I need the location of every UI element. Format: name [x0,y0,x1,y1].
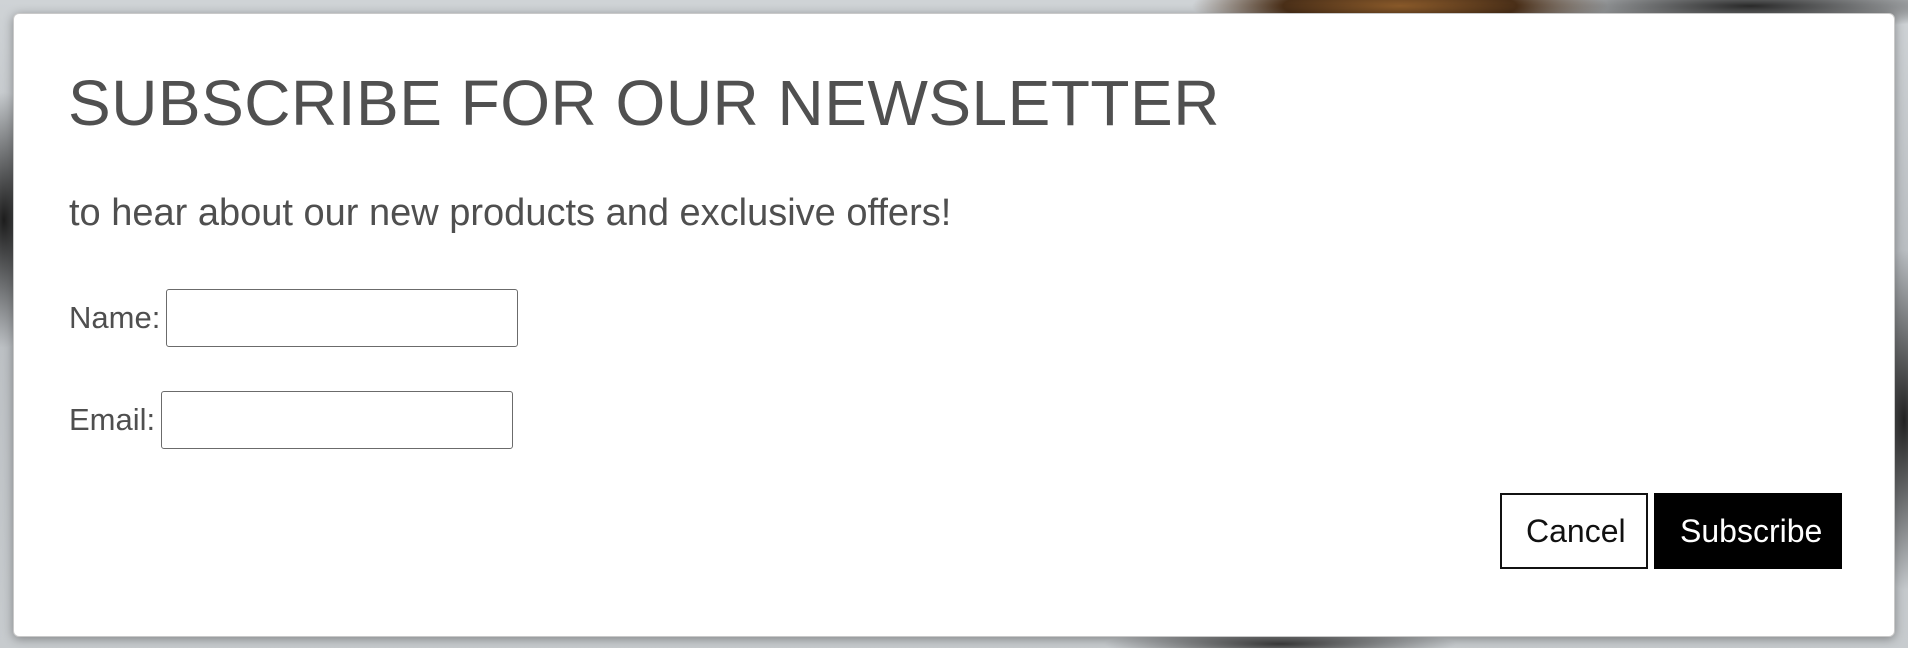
name-input[interactable] [166,289,519,347]
cancel-button[interactable]: Cancel [1500,493,1648,569]
dialog-subtitle: to hear about our new products and exclu… [69,192,952,234]
name-field-row: Name: [69,289,519,347]
subscribe-button[interactable]: Subscribe [1654,493,1842,569]
dialog-title: SUBSCRIBE FOR OUR NEWSLETTER [68,67,1220,139]
newsletter-dialog: SUBSCRIBE FOR OUR NEWSLETTER to hear abo… [13,13,1895,637]
name-label: Name: [69,300,161,335]
email-field-row: Email: [69,391,514,449]
email-label: Email: [69,402,156,437]
email-input[interactable] [161,391,514,449]
